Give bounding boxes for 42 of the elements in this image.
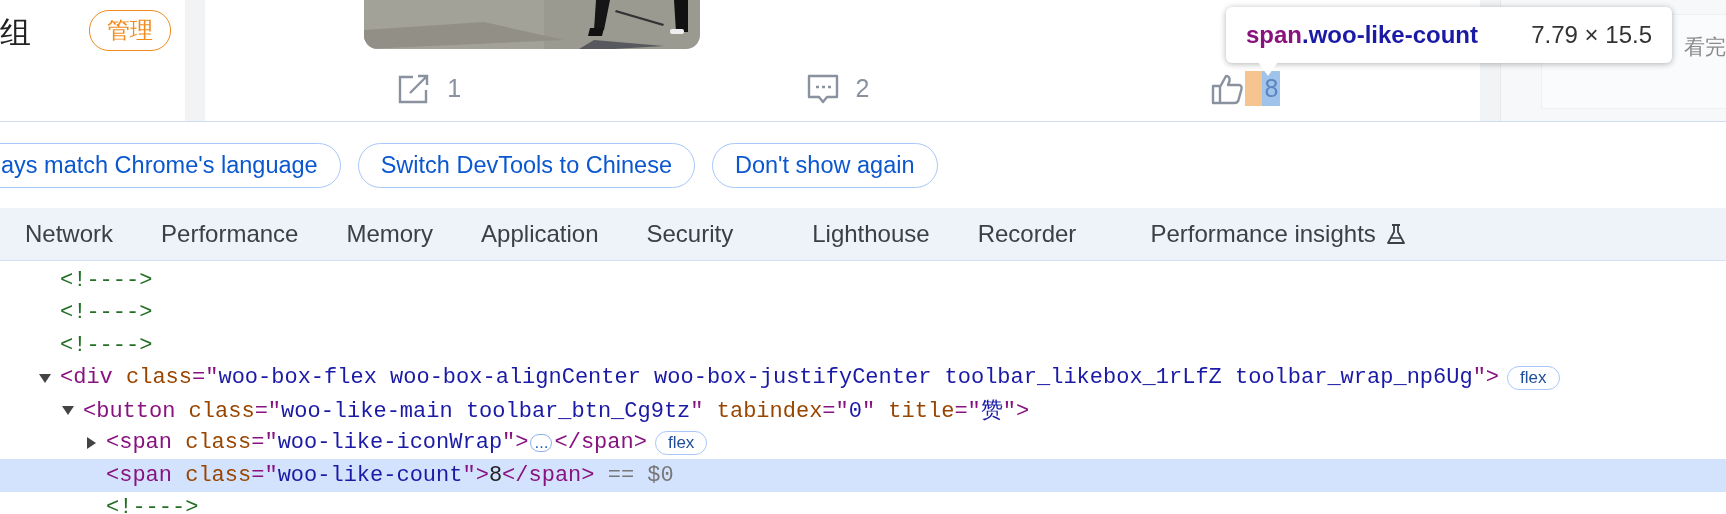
tree-row[interactable]: <div class="woo-box-flex woo-box-alignCenter woo-box-justifyCenter toolbar_likebox_1rLfZ toolbar_wrap_np6Ug"> flex (0, 361, 1726, 394)
code-text: <span class="woo-like-count">8</span> == $0 (106, 462, 674, 488)
caret-right-icon[interactable] (84, 435, 98, 450)
panel-tab[interactable]: Performance (137, 220, 323, 248)
action-count: 1 (447, 74, 462, 103)
flask-icon (1385, 223, 1406, 245)
code-text: <!----> (60, 267, 153, 293)
code-text: <!----> (60, 332, 153, 358)
side-card-text: 看完 (1684, 34, 1726, 61)
comment-icon[interactable] (805, 72, 840, 105)
panel-tab[interactable]: Recorder (953, 220, 1101, 248)
code-text: </span> (554, 430, 647, 456)
panel-tab[interactable]: Network (0, 220, 138, 248)
thumbs-up-icon[interactable] (1211, 72, 1246, 105)
action-count: 8 (1245, 71, 1281, 106)
panel-tab[interactable]: Memory (322, 220, 458, 248)
infobar-button[interactable]: ays match Chrome's language (0, 142, 341, 188)
code-text: <!----> (106, 495, 199, 514)
infobar-button[interactable]: Don't show again (711, 142, 938, 188)
code-text: <div class="woo-box-flex woo-box-alignCenter woo-box-justifyCenter toolbar_likebox_1rLfZ toolbar_wrap_np6Ug"> (60, 365, 1500, 391)
code-text: <button class="woo-like-main toolbar_btn_Cg9tz" tabindex="0" title="赞"> (83, 398, 1030, 426)
flex-badge[interactable]: flex (654, 430, 708, 455)
size-text: 7.79 × 15.5 (1531, 21, 1652, 49)
action-count: 2 (855, 74, 870, 103)
code-text: <span class="woo-like-iconWrap"> (106, 430, 529, 456)
tree-row[interactable]: <button class="woo-like-main toolbar_btn_Cg9tz" tabindex="0" title="赞"> (0, 394, 1726, 427)
panel-tab[interactable]: Performance insights (1100, 220, 1430, 248)
tree-row[interactable]: <!----> (0, 264, 1726, 297)
code-text: <!----> (60, 300, 153, 326)
tree-row[interactable]: <span class="woo-like-iconWrap"> … </span> flex (0, 426, 1726, 459)
selected-row[interactable]: <span class="woo-like-count">8</span> == $0 (0, 459, 1726, 492)
heading-text: 组 (0, 13, 31, 52)
tree-row[interactable]: <!----> (0, 296, 1726, 329)
infobar-button[interactable]: Switch DevTools to Chinese (357, 142, 695, 188)
panel-tab[interactable]: Lighthouse (757, 220, 954, 248)
expand-ellipsis-button[interactable]: … (530, 433, 553, 452)
selector-text: span.woo-like-count (1246, 21, 1478, 49)
flex-badge[interactable]: flex (1507, 365, 1560, 390)
tree-row[interactable]: <!----> (0, 329, 1726, 362)
panel-tab[interactable]: Application (457, 220, 623, 248)
tree-row[interactable]: <!----> (0, 491, 1726, 514)
panel-tab[interactable]: Security (622, 220, 758, 248)
